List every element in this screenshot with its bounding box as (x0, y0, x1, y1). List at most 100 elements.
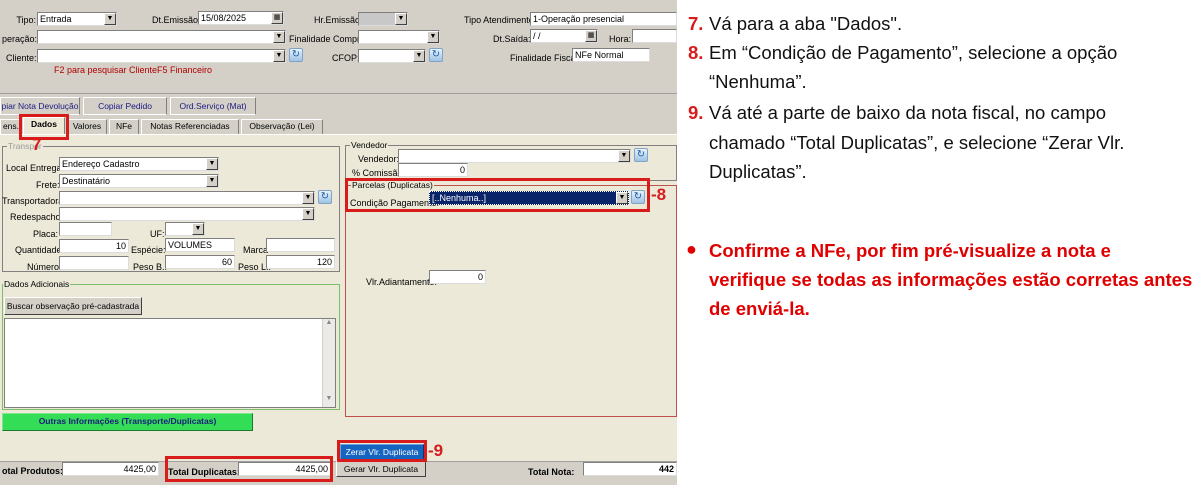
hint-f2: F2 para pesquisar Cliente (54, 65, 158, 75)
tipo-label: Tipo: (16, 15, 36, 25)
tipo-select[interactable]: Entrada ▼ (37, 12, 117, 26)
uf-label: UF: (150, 229, 165, 239)
highlight-dados-tab (19, 114, 69, 140)
bullet-icon: ● (686, 239, 697, 259)
chevron-down-icon[interactable]: ▼ (104, 13, 116, 25)
placa-label: Placa: (33, 229, 59, 239)
instruction-8: 8. Em “Condição de Pagamento”, selecione… (688, 38, 1118, 67)
local-entrega-label: Local Entrega: (6, 163, 65, 173)
redespacho-select[interactable]: ▼ (59, 207, 315, 221)
total-nota-field: 442 (583, 462, 677, 476)
tab-notas-referenciadas[interactable]: Notas Referenciadas (141, 119, 239, 134)
confirm-note: Confirme a NFe, por fim pré-visualize a … (709, 236, 1194, 323)
numero-label: Número: (27, 262, 62, 272)
uf-select[interactable]: ▼ (165, 222, 205, 236)
chevron-down-icon[interactable]: ▼ (192, 223, 204, 235)
instruction-number: 8. (688, 42, 704, 63)
calendar-icon[interactable]: ▦ (271, 12, 283, 24)
scroll-up-icon[interactable]: ▲ (323, 319, 335, 331)
frete-select[interactable]: Destinatário ▼ (59, 174, 219, 188)
placa-field[interactable] (59, 222, 112, 236)
dados-adicionais-title: Dados Adicionais (3, 279, 71, 289)
tab-nfe[interactable]: NFe (109, 119, 139, 134)
dtsaida-label: Dt.Saída: (493, 34, 531, 44)
observacao-textarea[interactable]: ▲ ▼ (4, 318, 336, 408)
transportadora-select[interactable]: ▼ (59, 191, 315, 205)
chevron-down-icon[interactable]: ▼ (413, 50, 425, 62)
finalidade-fiscal-label: Finalidade Fiscal: (510, 53, 581, 63)
chevron-down-icon[interactable]: ▼ (302, 208, 314, 220)
vendedor-select[interactable]: ▼ (398, 149, 631, 163)
chevron-down-icon[interactable]: ▼ (302, 192, 314, 204)
chevron-down-icon[interactable]: ▼ (427, 31, 439, 43)
local-entrega-select[interactable]: Endereço Cadastro ▼ (59, 157, 219, 171)
chevron-down-icon[interactable]: ▼ (273, 50, 285, 62)
scroll-down-icon[interactable]: ▼ (323, 395, 335, 407)
dtsaida-value: / / (533, 31, 541, 41)
scrollbar[interactable]: ▲ ▼ (322, 319, 335, 407)
marca-field[interactable] (266, 238, 335, 252)
instruction-number: 9. (688, 102, 704, 123)
adiantamento-field[interactable]: 0 (429, 270, 486, 284)
quantidade-field[interactable]: 10 (59, 239, 129, 253)
instruction-8-cont: “Nenhuma”. (709, 67, 807, 96)
refresh-icon[interactable]: ↻ (318, 190, 332, 204)
frete-value: Destinatário (62, 176, 111, 186)
chevron-down-icon[interactable]: ▼ (618, 150, 630, 162)
chevron-down-icon[interactable]: ▼ (206, 158, 218, 170)
pesob-field[interactable]: 60 (165, 255, 235, 269)
tipo-atendimento-select[interactable]: 1-Operação presencial (530, 12, 677, 26)
refresh-icon[interactable]: ↻ (429, 48, 443, 62)
operacao-label: peração: (2, 34, 38, 44)
tab-valores[interactable]: Valores (67, 119, 107, 134)
instruction-number: 7. (688, 13, 704, 34)
pesol-field[interactable]: 120 (266, 255, 335, 269)
refresh-icon[interactable]: ↻ (634, 148, 648, 162)
marker-8: -8 (651, 185, 667, 204)
outras-informacoes-button[interactable]: Outras Informações (Transporte/Duplicata… (2, 413, 253, 431)
highlight-zerar-button (337, 440, 427, 462)
cfop-select[interactable]: ▼ (358, 49, 426, 63)
especie-field[interactable]: VOLUMES (165, 238, 235, 252)
dtemissao-field[interactable]: 15/08/2025 ▦ (198, 11, 284, 25)
operacao-select[interactable]: ▼ (37, 30, 286, 44)
highlight-condicao-pagamento (345, 178, 650, 212)
cfop-label: CFOP: (332, 53, 360, 63)
copiar-nota-devolucao-button[interactable]: piar Nota Devolução (0, 97, 80, 115)
hora-field[interactable] (632, 29, 677, 43)
erp-window: Tipo: Entrada ▼ Dt.Emissão: 15/08/2025 ▦… (0, 0, 677, 485)
finalidade-compra-select[interactable]: ▼ (358, 30, 440, 44)
instruction-7: 7. Vá para a aba "Dados". (688, 9, 902, 38)
total-produtos-field: 4425,00 (62, 462, 159, 476)
calendar-icon[interactable]: ▦ (585, 30, 597, 42)
tipo-atendimento-label: Tipo Atendimento: (464, 15, 537, 25)
copiar-pedido-button[interactable]: Copiar Pedido (83, 97, 167, 115)
confirm-note-line: Confirme a NFe, por fim pré-visualize a … (709, 240, 1111, 261)
instruction-9-cont: chamado “Total Duplicatas”, e selecione … (709, 128, 1124, 157)
gerar-vlr-duplicata-button[interactable]: Gerar Vlr. Duplicata (336, 461, 426, 477)
vendedor-label: Vendedor: (358, 154, 400, 164)
instruction-text: Em “Condição de Pagamento”, selecione a … (709, 42, 1118, 63)
redespacho-label: Redespacho: (10, 212, 64, 222)
dtemissao-value: 15/08/2025 (201, 13, 247, 23)
tab-observacao[interactable]: Observação (Lei) (241, 119, 323, 134)
refresh-icon[interactable]: ↻ (289, 48, 303, 62)
chevron-down-icon[interactable]: ▼ (206, 175, 218, 187)
pesob-label: Peso B.: (133, 262, 168, 272)
chevron-down-icon[interactable]: ▼ (395, 13, 407, 25)
comissao-field[interactable]: 0 (398, 163, 468, 177)
hremissao-field[interactable]: ▼ (358, 12, 408, 26)
transportadora-label: Transportadora: (2, 196, 66, 206)
dtsaida-field[interactable]: / / ▦ (530, 29, 598, 43)
parcelas-group: Parcelas (Duplicatas) (345, 180, 677, 417)
finalidade-fiscal-select[interactable]: NFe Normal (572, 48, 650, 62)
tipo-atendimento-value: 1-Operação presencial (533, 14, 625, 24)
especie-label: Espécie: (131, 245, 166, 255)
buscar-observacao-button[interactable]: Buscar observação pré-cadastrada (4, 297, 142, 315)
cliente-select[interactable]: ▼ (37, 49, 286, 63)
chevron-down-icon[interactable]: ▼ (273, 31, 285, 43)
ord-servico-button[interactable]: Ord.Serviço (Mat) (170, 97, 256, 115)
numero-field[interactable] (59, 256, 129, 270)
finalidade-fiscal-value: NFe Normal (575, 50, 624, 60)
frete-label: Frete: (36, 180, 60, 190)
